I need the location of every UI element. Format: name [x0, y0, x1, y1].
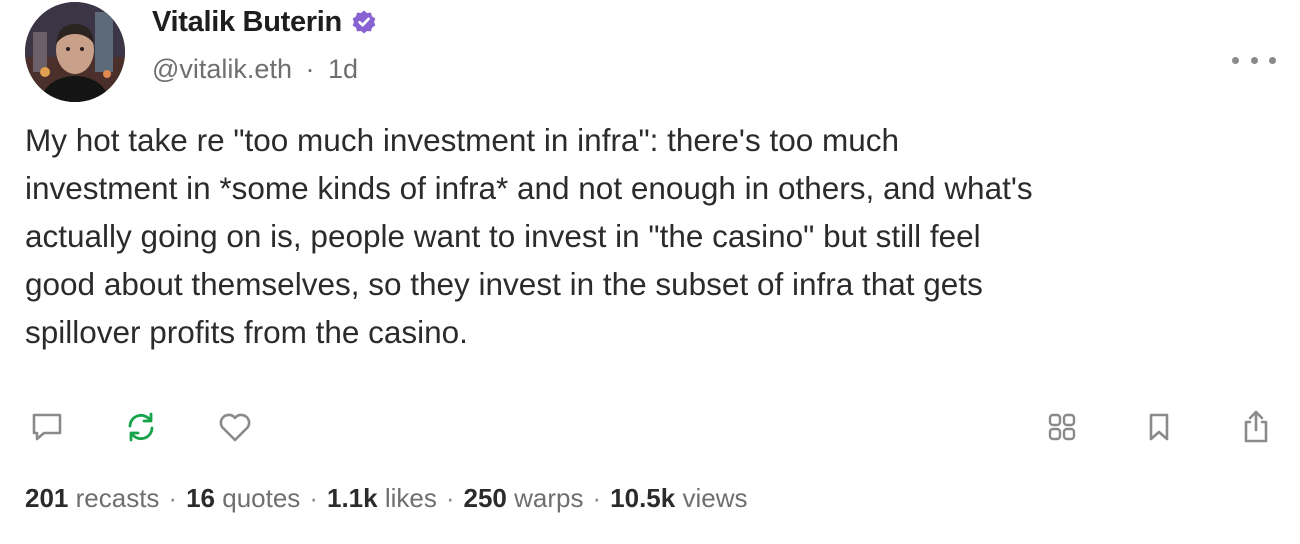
views-count: 10.5k — [610, 483, 676, 513]
action-bar — [25, 405, 257, 449]
action-bar-right — [1040, 405, 1278, 449]
cast-text: My hot take re "too much investment in i… — [25, 122, 1033, 350]
warps-label: warps — [506, 483, 584, 513]
author-name[interactable]: Vitalik Buterin — [152, 6, 342, 39]
meta-separator: · — [305, 54, 315, 84]
likes-label: likes — [377, 483, 437, 513]
post-time[interactable]: 1d — [328, 54, 358, 84]
cast-card: Vitalik Buterin @vitalik.eth · 1d My hot… — [0, 0, 1300, 544]
quotes-label: quotes — [215, 483, 301, 513]
recasts-count: 201 — [25, 483, 69, 513]
comment-icon[interactable] — [25, 405, 69, 449]
author-meta: @vitalik.eth · 1d — [152, 54, 358, 85]
stats-separator: · — [309, 483, 318, 513]
stats-row: 201 recasts · 16 quotes · 1.1k likes · 2… — [25, 483, 747, 514]
bookmark-icon[interactable] — [1137, 405, 1181, 449]
avatar[interactable] — [25, 2, 125, 102]
share-icon[interactable] — [1234, 405, 1278, 449]
stats-separator: · — [592, 483, 602, 513]
verified-badge-icon — [351, 9, 377, 35]
warps-stat[interactable]: 250 warps — [464, 483, 584, 514]
author-row: Vitalik Buterin — [152, 4, 377, 40]
author-handle[interactable]: @vitalik.eth — [152, 54, 292, 84]
recast-icon[interactable] — [119, 405, 163, 449]
heart-icon[interactable] — [213, 405, 257, 449]
quotes-count: 16 — [186, 483, 216, 513]
likes-stat[interactable]: 1.1k likes — [327, 483, 437, 514]
recasts-stat[interactable]: 201 recasts — [25, 483, 159, 514]
warps-count: 250 — [463, 483, 507, 513]
views-label: views — [675, 483, 748, 513]
grid-icon[interactable] — [1040, 405, 1084, 449]
quotes-stat[interactable]: 16 quotes — [186, 483, 300, 514]
likes-count: 1.1k — [326, 483, 378, 513]
stats-separator: · — [445, 483, 455, 513]
recasts-label: recasts — [68, 483, 160, 513]
more-dots-icon[interactable] — [1232, 50, 1276, 70]
stats-separator: · — [168, 483, 178, 513]
views-stat: 10.5k views — [610, 483, 747, 514]
